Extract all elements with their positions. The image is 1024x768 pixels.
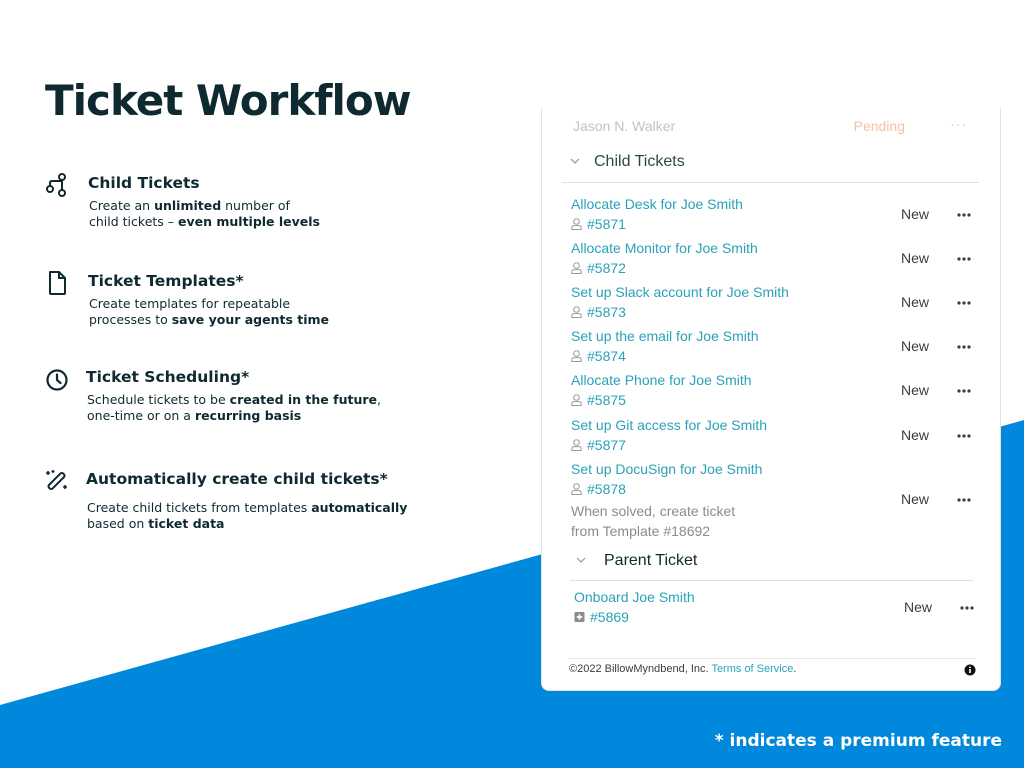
divider xyxy=(562,182,979,183)
description-line: Schedule tickets to be created in the fu… xyxy=(87,392,381,407)
note-line: from Template #18692 xyxy=(571,523,711,539)
ticket-id[interactable]: #5871 xyxy=(571,216,626,232)
feature-description: Create templates for repeatable processes… xyxy=(89,296,329,328)
ticket-link[interactable]: Onboard Joe Smith xyxy=(574,589,695,605)
chevron-down-icon xyxy=(576,557,586,563)
info-icon[interactable] xyxy=(964,664,976,676)
ticket-link[interactable]: Set up the email for Joe Smith xyxy=(571,328,759,344)
user-icon xyxy=(571,483,582,495)
feature-description: Schedule tickets to be created in the fu… xyxy=(87,392,381,424)
description-line: based on ticket data xyxy=(87,516,225,531)
divider xyxy=(570,580,973,581)
feature-title: Ticket Scheduling* xyxy=(86,368,250,386)
user-icon xyxy=(571,394,582,406)
ticket-id[interactable]: #5874 xyxy=(571,348,626,364)
more-options-button[interactable] xyxy=(956,497,972,503)
ticket-relations-card: Jason N. Walker Pending ··· Child Ticket… xyxy=(541,108,1001,691)
feature-title: Child Tickets xyxy=(88,174,200,192)
ellipsis-icon xyxy=(960,606,974,610)
ticket-link[interactable]: Set up Git access for Joe Smith xyxy=(571,417,767,433)
ticket-note: When solved, create ticket from Template … xyxy=(571,501,735,541)
ticket-id[interactable]: #5878 xyxy=(571,481,626,497)
section-title: Parent Ticket xyxy=(604,552,698,569)
ticket-id[interactable]: #5875 xyxy=(571,392,626,408)
more-options-button[interactable] xyxy=(956,212,972,218)
ticket-id[interactable]: #5877 xyxy=(571,437,626,453)
ellipsis-icon xyxy=(957,498,971,502)
note-line: When solved, create ticket xyxy=(571,503,736,519)
card-footer: ©2022 BillowMyndbend, Inc. Terms of Serv… xyxy=(569,658,976,676)
chevron-down-icon xyxy=(570,158,580,164)
feature-title: Automatically create child tickets* xyxy=(86,470,388,488)
description-line: one-time or on a recurring basis xyxy=(87,408,302,423)
slide-title: Ticket Workflow xyxy=(45,76,412,125)
ticket-status: New xyxy=(901,382,930,398)
ticket-status: New xyxy=(901,338,930,354)
more-options-button[interactable]: ··· xyxy=(950,116,967,132)
feature-description: Create child tickets from templates auto… xyxy=(87,500,407,532)
ticket-id[interactable]: #5873 xyxy=(571,304,626,320)
user-icon xyxy=(571,439,582,451)
description-line: Create child tickets from templates auto… xyxy=(87,500,408,515)
more-options-button[interactable] xyxy=(956,256,972,262)
ticket-link[interactable]: Allocate Phone for Joe Smith xyxy=(571,372,752,388)
ellipsis-icon xyxy=(957,389,971,393)
ticket-status: New xyxy=(901,294,930,310)
faded-ticket-row: Jason N. Walker Pending ··· xyxy=(573,116,1000,138)
magic-wand-icon xyxy=(46,470,67,491)
ticket-link[interactable]: Allocate Desk for Joe Smith xyxy=(571,196,743,212)
ticket-link[interactable]: Set up Slack account for Joe Smith xyxy=(571,284,789,300)
ticket-id[interactable]: #5872 xyxy=(571,260,626,276)
user-icon xyxy=(571,306,582,318)
ticket-status: New xyxy=(901,206,930,222)
ticket-link[interactable]: Allocate Monitor for Joe Smith xyxy=(571,240,758,256)
ticket-link[interactable]: Set up DocuSign for Joe Smith xyxy=(571,461,762,477)
document-icon xyxy=(49,271,66,295)
terms-of-service-link[interactable]: Terms of Service xyxy=(711,663,793,675)
branch-icon xyxy=(46,173,66,197)
ticket-status: New xyxy=(901,250,930,266)
ellipsis-icon xyxy=(957,301,971,305)
ticket-id[interactable]: #5869 xyxy=(574,609,629,625)
assignee-name: Jason N. Walker xyxy=(573,118,676,134)
plus-square-icon xyxy=(574,611,585,623)
ellipsis-icon xyxy=(957,257,971,261)
copyright-text: ©2022 BillowMyndbend, Inc. Terms of Serv… xyxy=(569,663,797,675)
premium-feature-footnote: * indicates a premium feature xyxy=(714,731,1002,751)
ellipsis-icon xyxy=(957,213,971,217)
description-line: Create an unlimited number of xyxy=(89,198,290,213)
user-icon xyxy=(571,218,582,230)
ellipsis-icon xyxy=(957,345,971,349)
description-line: child tickets – even multiple levels xyxy=(89,214,320,229)
user-icon xyxy=(571,350,582,362)
description-line: Create templates for repeatable xyxy=(89,296,291,311)
user-icon xyxy=(571,262,582,274)
clock-icon xyxy=(46,369,68,391)
description-line: processes to save your agents time xyxy=(89,312,330,327)
ticket-status: New xyxy=(901,491,930,507)
more-options-button[interactable] xyxy=(956,388,972,394)
ticket-status: New xyxy=(904,599,933,615)
ticket-status: New xyxy=(901,427,930,443)
feature-title: Ticket Templates* xyxy=(88,272,244,290)
more-options-button[interactable] xyxy=(959,605,975,611)
section-title: Child Tickets xyxy=(594,153,685,170)
more-options-button[interactable] xyxy=(956,300,972,306)
more-options-button[interactable] xyxy=(956,344,972,350)
feature-description: Create an unlimited number of child ticke… xyxy=(89,198,320,230)
more-options-button[interactable] xyxy=(956,433,972,439)
ellipsis-icon xyxy=(957,434,971,438)
status-badge: Pending xyxy=(853,118,905,134)
